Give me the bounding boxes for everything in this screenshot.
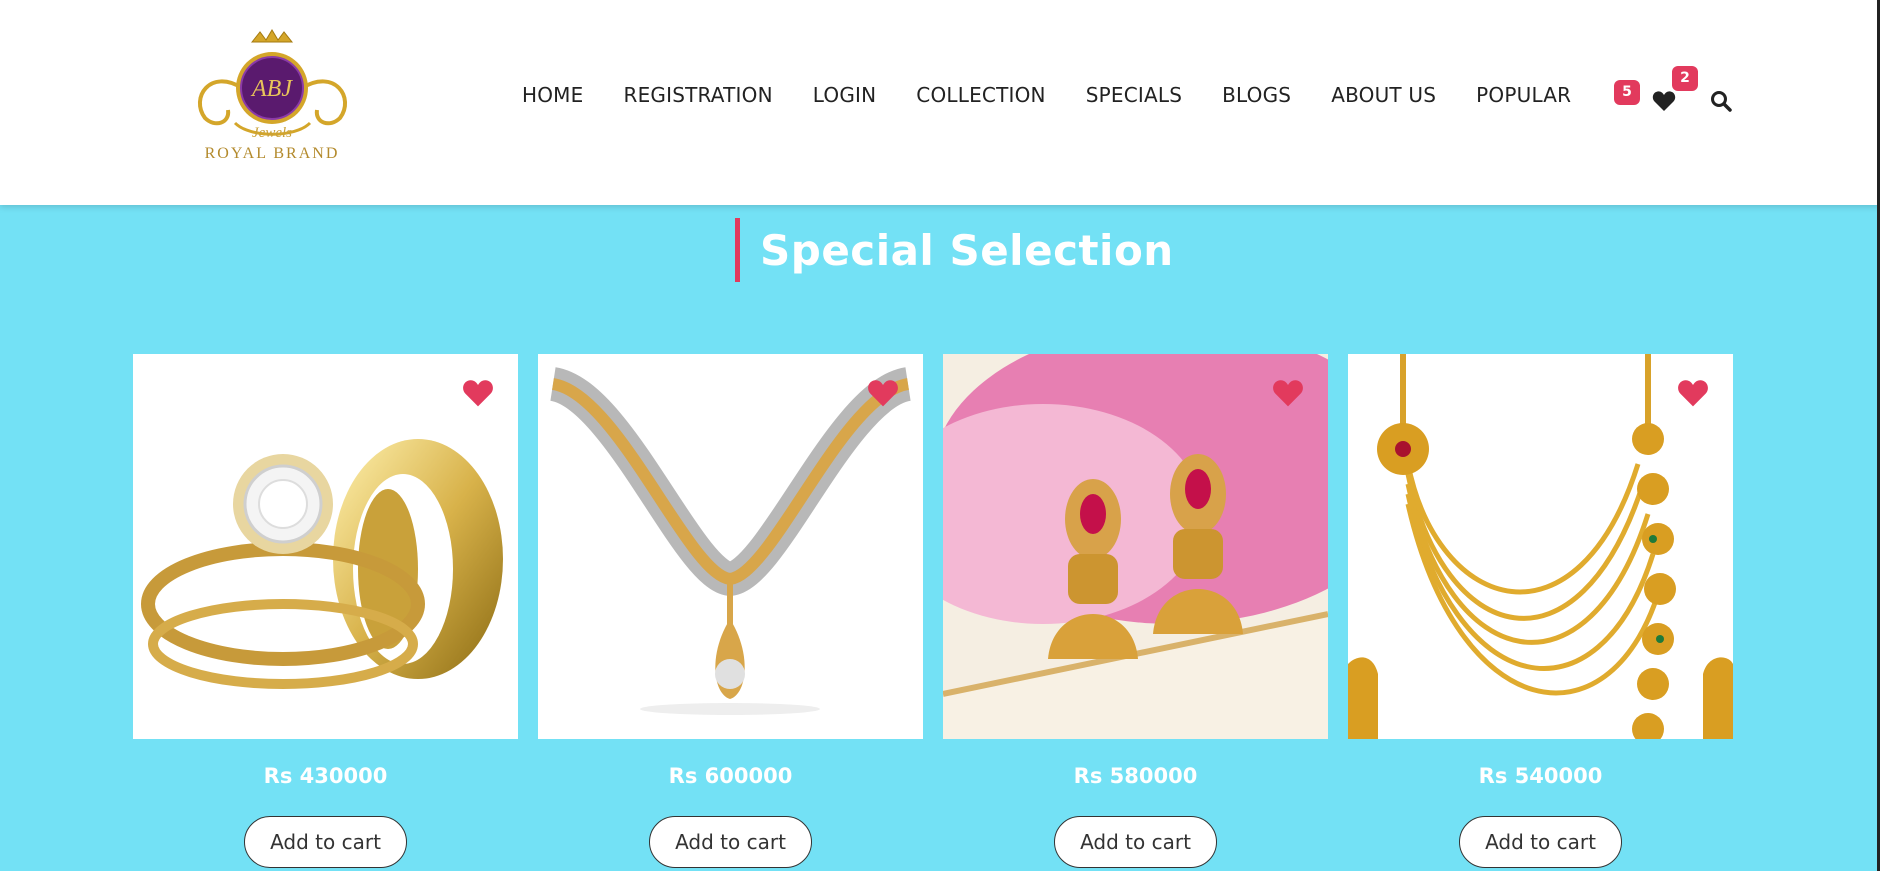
product-price: Rs 540000 — [1478, 764, 1603, 788]
nav-collection[interactable]: COLLECTION — [896, 83, 1065, 107]
product-image[interactable] — [538, 354, 923, 739]
product-card: Rs 430000 Add to cart — [133, 354, 518, 868]
header-icons: 5 2 — [1612, 66, 1732, 120]
add-to-cart-button[interactable]: Add to cart — [1054, 816, 1217, 868]
section-title: Special Selection — [760, 225, 1174, 275]
favorite-heart-icon[interactable] — [1272, 378, 1304, 408]
product-price: Rs 580000 — [1073, 764, 1198, 788]
main-nav: HOME REGISTRATION LOGIN COLLECTION SPECI… — [502, 83, 1591, 107]
product-card: Rs 540000 Add to cart — [1348, 354, 1733, 868]
title-accent-bar — [735, 218, 740, 282]
product-card: Rs 600000 Add to cart — [538, 354, 923, 868]
site-header: ABJ Jewels ROYAL BRAND HOME REGISTRATION… — [0, 0, 1880, 205]
nav-specials[interactable]: SPECIALS — [1066, 83, 1202, 107]
svg-text:Jewels: Jewels — [252, 125, 292, 141]
product-image[interactable] — [133, 354, 518, 739]
necklace-image — [548, 367, 913, 715]
product-image[interactable] — [1348, 354, 1733, 739]
nav-registration[interactable]: REGISTRATION — [603, 83, 792, 107]
add-to-cart-button[interactable]: Add to cart — [1459, 816, 1622, 868]
heart-icon[interactable] — [1652, 90, 1676, 112]
brand-logo[interactable]: ABJ Jewels ROYAL BRAND — [180, 28, 365, 168]
nav-login[interactable]: LOGIN — [793, 83, 897, 107]
earrings-image — [943, 354, 1328, 739]
product-price: Rs 600000 — [668, 764, 793, 788]
product-image[interactable] — [943, 354, 1328, 739]
wishlist-count-badge[interactable]: 2 — [1672, 66, 1698, 91]
search-icon[interactable] — [1710, 90, 1732, 112]
nav-home[interactable]: HOME — [502, 83, 603, 107]
layered-necklace-image — [1348, 354, 1733, 739]
nav-popular[interactable]: POPULAR — [1456, 83, 1591, 107]
section-heading: Special Selection — [735, 218, 1174, 282]
add-to-cart-button[interactable]: Add to cart — [244, 816, 407, 868]
nav-about-us[interactable]: ABOUT US — [1311, 83, 1456, 107]
svg-text:ABJ: ABJ — [250, 76, 293, 102]
favorite-heart-icon[interactable] — [1677, 378, 1709, 408]
favorite-heart-icon[interactable] — [462, 378, 494, 408]
svg-text:ROYAL BRAND: ROYAL BRAND — [205, 145, 340, 162]
favorite-heart-icon[interactable] — [867, 378, 899, 408]
product-card: Rs 580000 Add to cart — [943, 354, 1328, 868]
cart-count-badge[interactable]: 5 — [1614, 80, 1640, 105]
rings-image — [141, 439, 503, 689]
add-to-cart-button[interactable]: Add to cart — [649, 816, 812, 868]
nav-blogs[interactable]: BLOGS — [1202, 83, 1311, 107]
product-price: Rs 430000 — [263, 764, 388, 788]
